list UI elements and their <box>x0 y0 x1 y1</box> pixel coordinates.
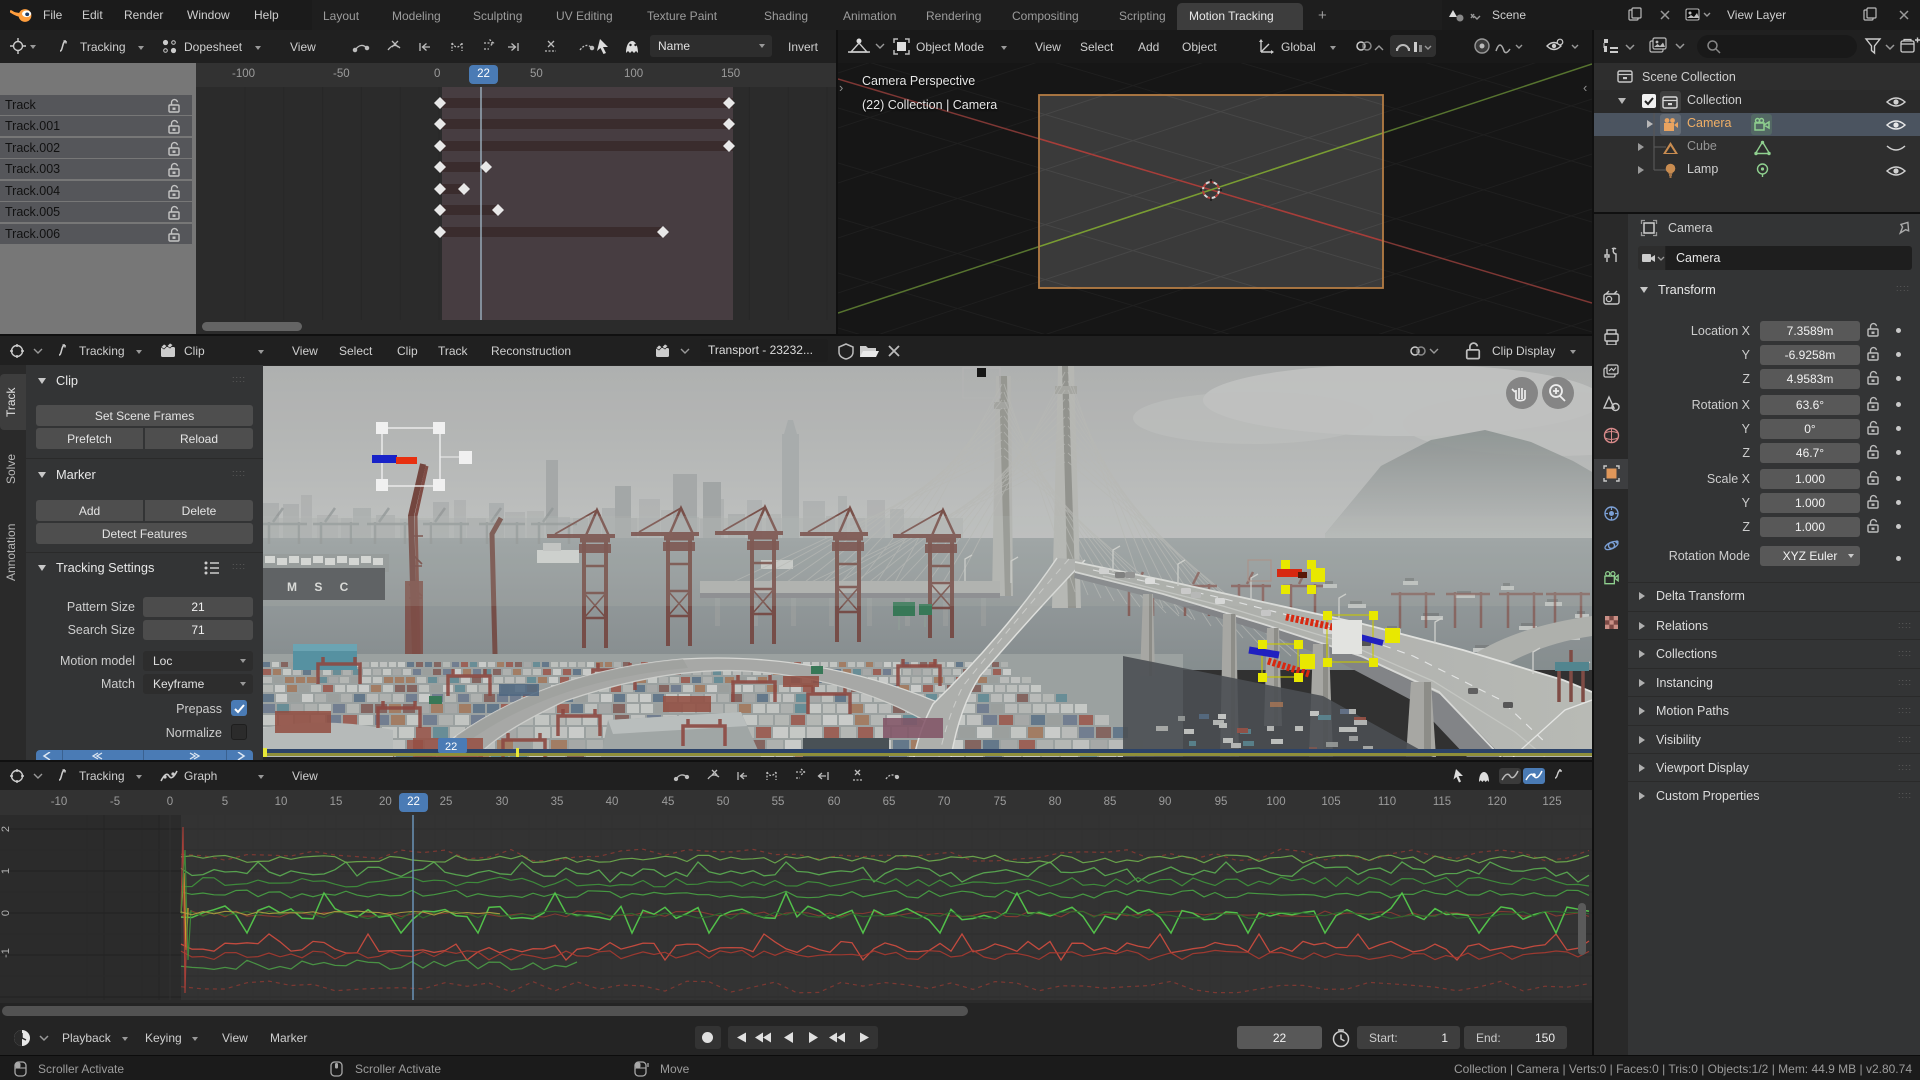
svg-text:22: 22 <box>445 741 457 753</box>
